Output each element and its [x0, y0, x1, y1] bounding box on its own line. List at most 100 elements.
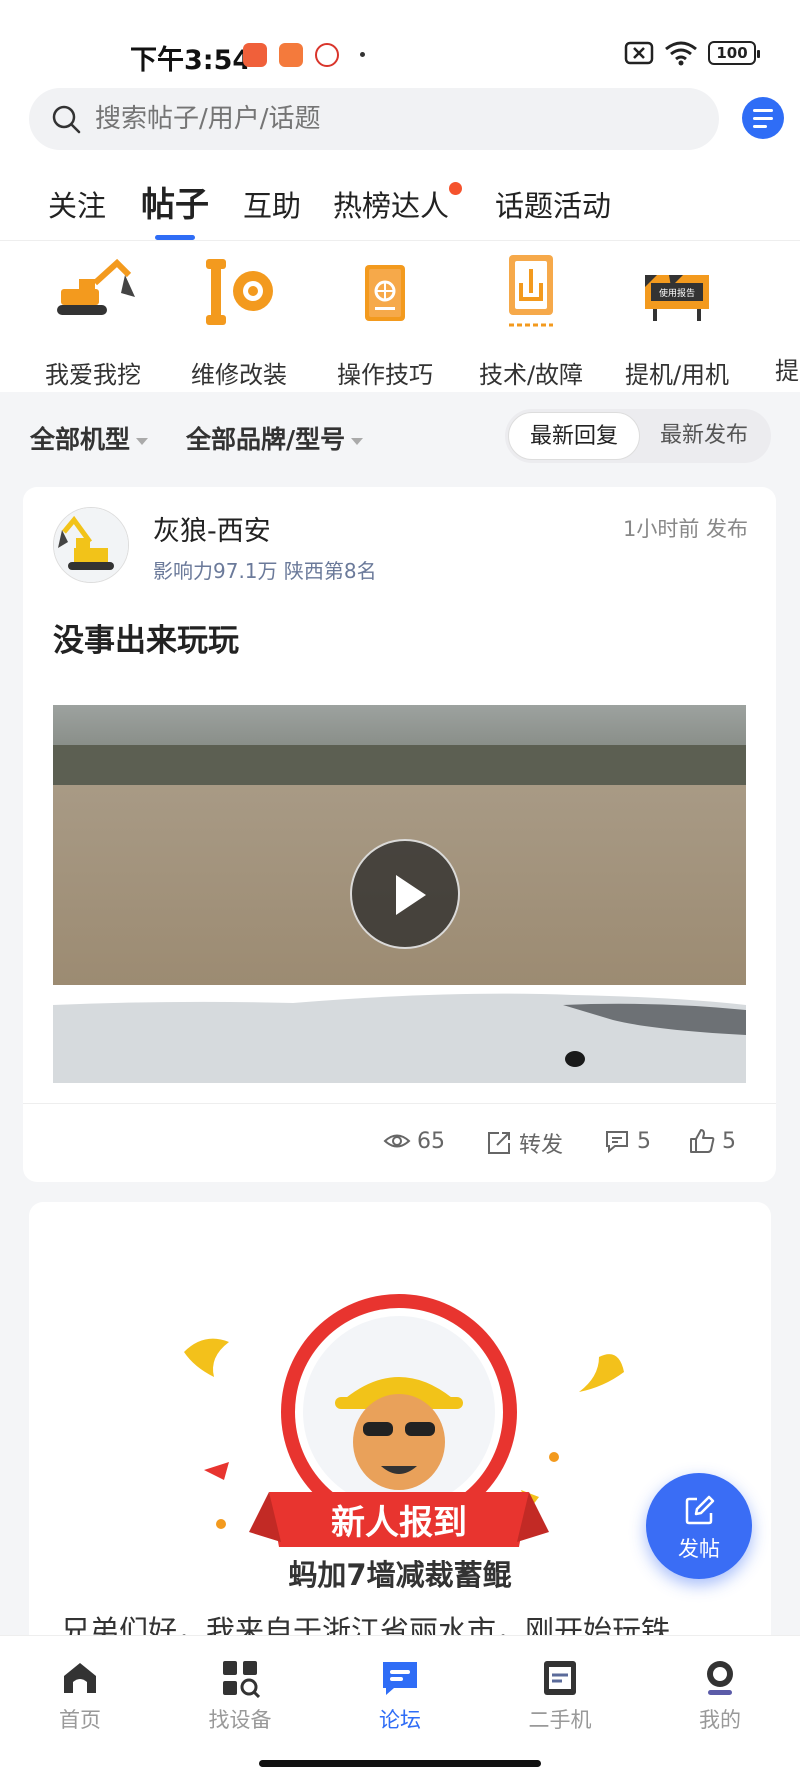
- status-bar: 下午3:54 100: [0, 36, 800, 76]
- excavator-avatar-icon: [54, 508, 128, 582]
- category-label: 提: [775, 357, 799, 385]
- new-post-button[interactable]: 发帖: [646, 1473, 752, 1579]
- used-machine-icon: [544, 1661, 576, 1695]
- brand-model-label: 全部品牌/型号: [186, 425, 346, 454]
- post-actions: 65 转发 5 5: [23, 1127, 776, 1167]
- header: 下午3:54 100 关注 帖子 互助 热榜达人 话题活动: [0, 0, 800, 240]
- forum-tabs: 关注 帖子 互助 热榜达人 话题活动: [0, 175, 800, 240]
- bottom-navigation: 首页 找设备 论坛 二手机 我的: [0, 1635, 800, 1778]
- category-repair[interactable]: 维修改装: [166, 253, 312, 389]
- category-operation-tips[interactable]: 操作技巧: [312, 253, 458, 389]
- list-line-icon: [753, 124, 767, 128]
- svg-text:使用报告: 使用报告: [659, 287, 695, 299]
- author-influence: 影响力97.1万 陕西第8名: [153, 559, 377, 583]
- sort-toggle: 最新回复 最新发布: [505, 409, 771, 463]
- nav-find-equipment[interactable]: 找设备: [190, 1658, 290, 1734]
- battery-indicator: 100: [708, 41, 760, 65]
- sort-latest-post[interactable]: 最新发布: [640, 412, 768, 460]
- find-equipment-icon: [223, 1661, 261, 1699]
- hydraulic-tank-icon: [509, 255, 553, 327]
- list-line-icon: [753, 116, 773, 120]
- comment-count: 5: [637, 1128, 651, 1154]
- category-tech-fault[interactable]: 技术/故障: [458, 253, 604, 389]
- manual-book-icon: [365, 265, 405, 321]
- notification-shop-icon: [279, 43, 303, 67]
- divider: [23, 1103, 776, 1104]
- nav-label: 二手机: [528, 1708, 592, 1732]
- status-icons: 100: [624, 40, 760, 66]
- like-count: 5: [722, 1128, 736, 1154]
- category-label: 技术/故障: [478, 361, 584, 389]
- category-machine-usage[interactable]: 使用报告 提机/用机: [604, 253, 750, 389]
- brand-model-filter[interactable]: 全部品牌/型号: [186, 420, 364, 456]
- video-thumbnail[interactable]: [53, 705, 746, 1083]
- nav-label: 我的: [699, 1708, 741, 1732]
- search-bar[interactable]: [29, 88, 719, 150]
- filter-bar: 全部机型 全部品牌/型号 最新回复 最新发布: [0, 392, 800, 482]
- nav-home[interactable]: 首页: [30, 1658, 130, 1734]
- home-indicator[interactable]: [259, 1760, 541, 1767]
- tab-posts[interactable]: 帖子: [141, 177, 209, 226]
- caret-down-icon: [351, 437, 364, 445]
- nav-profile[interactable]: 我的: [670, 1658, 770, 1734]
- share-button[interactable]: 转发: [485, 1127, 563, 1159]
- nav-label: 论坛: [379, 1708, 421, 1732]
- excavator-icon: [57, 258, 135, 315]
- like-button[interactable]: 5: [688, 1127, 736, 1155]
- view-count-value: 65: [417, 1128, 445, 1154]
- wrench-gear-icon: [206, 259, 273, 325]
- profile-icon: [707, 1661, 733, 1695]
- post-card[interactable]: 灰狼-西安 影响力97.1万 陕西第8名 1小时前 发布 没事出来玩玩 65 转…: [23, 487, 776, 1182]
- notification-seal-icon: [315, 43, 339, 67]
- tab-follow[interactable]: 关注: [48, 183, 106, 225]
- new-badge-dot: [449, 182, 462, 195]
- search-icon: [52, 105, 81, 134]
- nav-used-machine[interactable]: 二手机: [510, 1658, 610, 1734]
- category-label: 提机/用机: [624, 361, 730, 389]
- category-label: 维修改装: [191, 361, 287, 389]
- newcomer-badge-illustration: 新人报到: [184, 1294, 624, 1547]
- badge-text: 新人报到: [331, 1503, 467, 1543]
- view-count: 65: [383, 1127, 445, 1155]
- post-title[interactable]: 没事出来玩玩: [53, 615, 239, 660]
- category-excavating[interactable]: 我爱我挖: [20, 253, 166, 389]
- status-time: 下午3:54: [130, 45, 252, 76]
- wifi-icon: [665, 41, 697, 66]
- category-label: 操作技巧: [337, 361, 433, 389]
- post-author[interactable]: 灰狼-西安: [153, 509, 271, 548]
- share-icon: [488, 1132, 510, 1154]
- nav-label: 找设备: [208, 1708, 272, 1732]
- search-input[interactable]: [95, 104, 655, 134]
- new-post-label: 发帖: [678, 1537, 720, 1561]
- newcomer-badge: 新人报到: [149, 1242, 649, 1572]
- message-list-button[interactable]: [742, 97, 784, 139]
- avatar[interactable]: [53, 507, 129, 583]
- forum-icon: [383, 1662, 417, 1695]
- no-sim-icon: [624, 41, 654, 65]
- tab-hot-ranking[interactable]: 热榜达人: [333, 183, 449, 225]
- tab-topic-activities[interactable]: 话题活动: [495, 183, 611, 225]
- post-time: 1小时前 发布: [622, 517, 748, 541]
- forum-page: 下午3:54 100 关注 帖子 互助 热榜达人 话题活动: [0, 0, 800, 1778]
- sort-latest-reply[interactable]: 最新回复: [508, 412, 640, 460]
- nav-label: 首页: [59, 1708, 101, 1732]
- category-label: 我爱我挖: [45, 361, 141, 389]
- share-label: 转发: [519, 1133, 564, 1158]
- comment-icon: [606, 1131, 628, 1154]
- play-icon[interactable]: [350, 839, 460, 949]
- nav-forum[interactable]: 论坛: [350, 1658, 450, 1734]
- list-line-icon: [753, 108, 773, 112]
- machine-type-filter[interactable]: 全部机型: [30, 420, 149, 456]
- home-icon: [64, 1663, 96, 1693]
- comment-button[interactable]: 5: [603, 1127, 651, 1155]
- tab-help[interactable]: 互助: [243, 183, 301, 225]
- usage-report-sign-icon: 使用报告: [645, 275, 709, 321]
- thumbs-up-icon: [690, 1129, 715, 1153]
- machine-type-label: 全部机型: [30, 425, 131, 454]
- more-notifications-dot: [360, 52, 365, 57]
- caret-down-icon: [136, 437, 149, 445]
- category-partial[interactable]: 提: [750, 253, 800, 385]
- edit-icon: [685, 1495, 715, 1525]
- eye-icon: [383, 1134, 411, 1148]
- category-row: 我爱我挖 维修改装 操作技巧 技术/故障 使用报告 提机/用机 提: [0, 240, 800, 392]
